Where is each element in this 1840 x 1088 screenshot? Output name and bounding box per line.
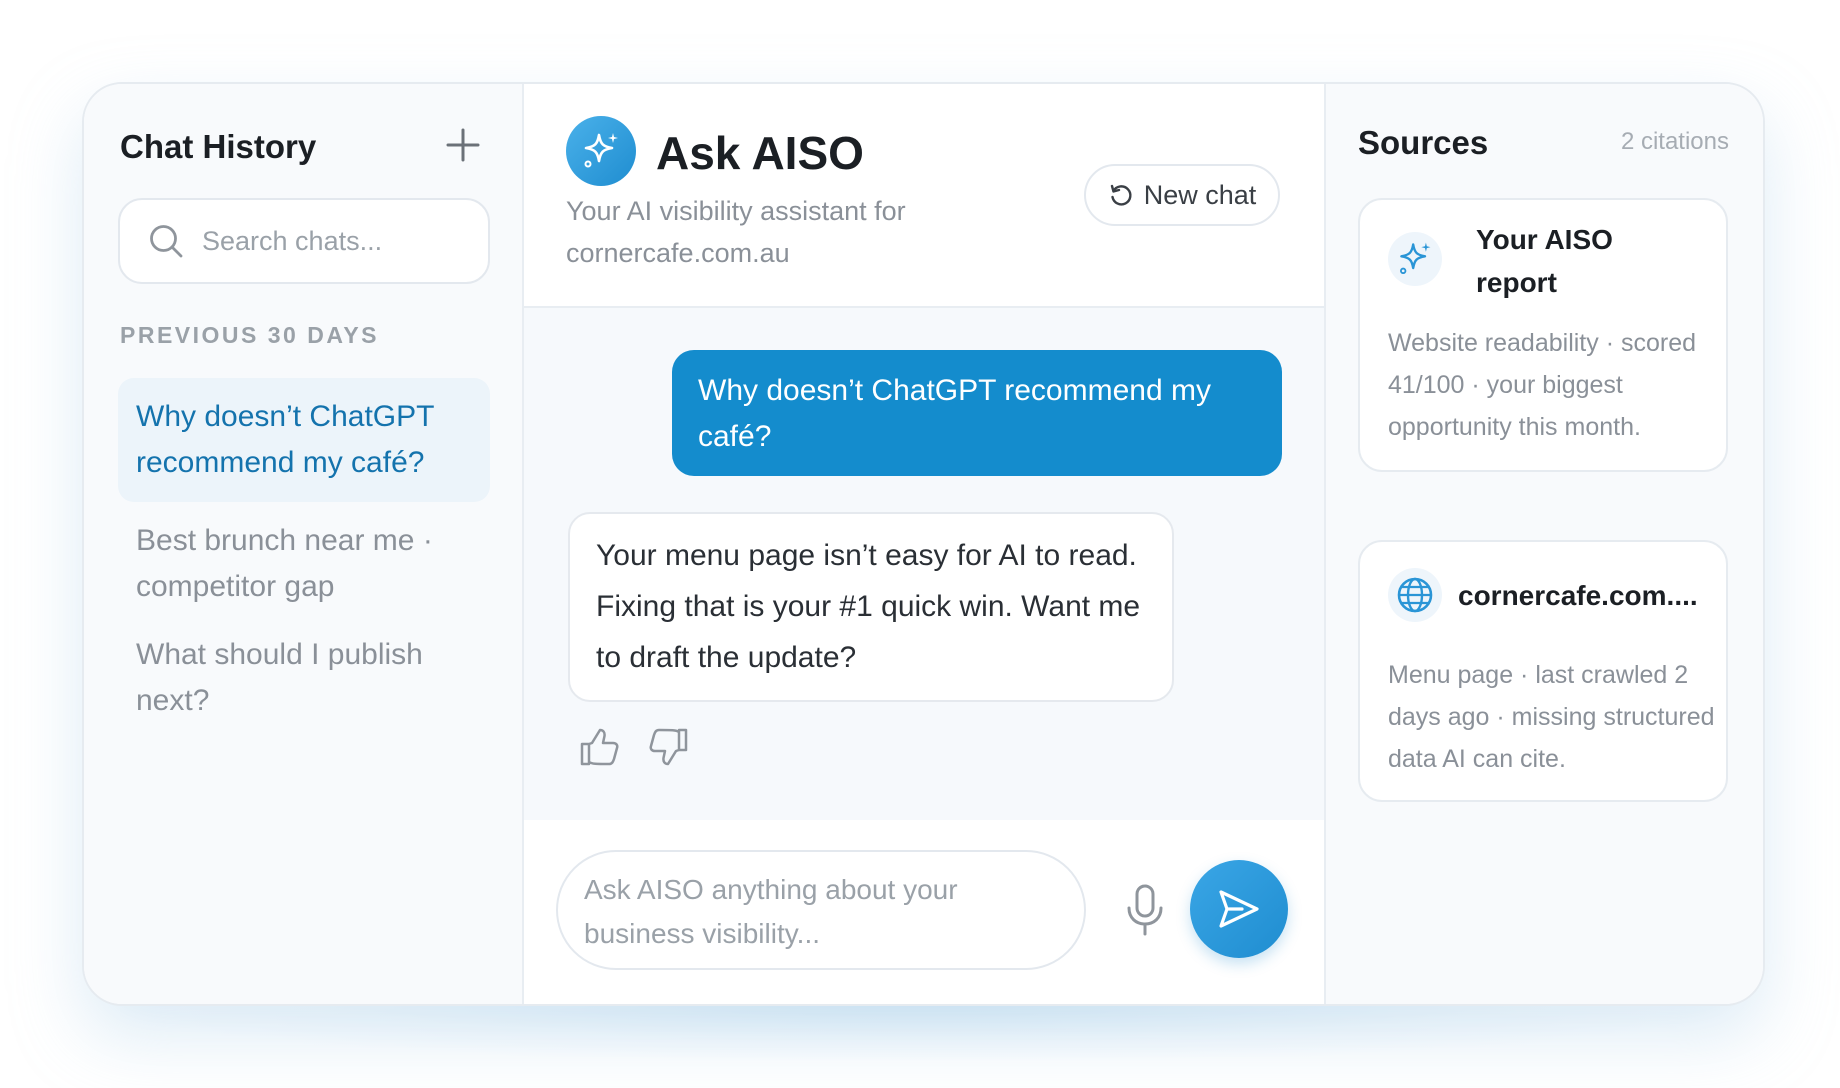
new-chat-label: New chat <box>1143 179 1257 210</box>
composer-bar <box>524 820 1324 1004</box>
new-chat-button[interactable]: New chat <box>1084 164 1280 226</box>
send-icon <box>1219 890 1259 928</box>
message-composer <box>556 850 1086 970</box>
message-list: Why doesn’t ChatGPT recommend my café? Y… <box>524 308 1324 820</box>
globe-icon <box>1397 577 1433 613</box>
source-card-website[interactable]: cornercafe.com.... Menu page · last craw… <box>1358 540 1728 802</box>
assistant-logo <box>566 116 636 186</box>
history-item-active[interactable]: Why doesn’t ChatGPT recommend my café? <box>118 378 490 502</box>
thumbs-up-icon <box>580 728 619 766</box>
source-card-report[interactable]: Your AISO report Website readability · s… <box>1358 198 1728 472</box>
message-input[interactable] <box>584 868 1058 956</box>
history-item[interactable]: What should I publish next? <box>118 616 490 740</box>
sparkle-icon <box>1400 242 1431 274</box>
thumbs-down-button[interactable] <box>648 726 690 768</box>
source-card-title: Your AISO report <box>1476 224 1613 298</box>
sidebar-title: Chat History <box>120 128 317 165</box>
microphone-icon <box>1127 884 1163 936</box>
assistant-message: Your menu page isn’t easy for AI to read… <box>568 512 1174 702</box>
history-item[interactable]: Best brunch near me · competitor gap <box>118 502 490 626</box>
thumbs-down-icon <box>649 728 688 766</box>
search-box <box>118 198 490 284</box>
new-conversation-button[interactable] <box>440 122 486 168</box>
sources-panel: Sources 2 citations Your AISO report Web… <box>1326 84 1763 1004</box>
refresh-icon <box>1110 184 1132 206</box>
chat-panel: Ask AISO Your AI visibility assistant fo… <box>524 84 1326 1004</box>
send-button[interactable] <box>1190 860 1288 958</box>
card-icon <box>1388 568 1442 622</box>
chat-history-sidebar: Chat History PREVIOUS 30 DAYS Why doesn’… <box>84 84 524 1004</box>
user-message: Why doesn’t ChatGPT recommend my café? <box>672 350 1282 476</box>
page-title: Ask AISO <box>656 127 864 179</box>
page-subtitle: Your AI visibility assistant for cornerc… <box>566 196 906 268</box>
search-input[interactable] <box>202 225 482 257</box>
source-card-body: Menu page · last crawled 2 days ago · mi… <box>1388 661 1715 773</box>
card-icon <box>1388 232 1442 286</box>
sources-title: Sources <box>1358 124 1489 161</box>
voice-input-button[interactable] <box>1120 882 1170 938</box>
app-window: Chat History PREVIOUS 30 DAYS Why doesn’… <box>82 82 1765 1006</box>
chat-header: Ask AISO Your AI visibility assistant fo… <box>524 84 1324 308</box>
source-card-title: cornercafe.com.... <box>1458 580 1698 611</box>
source-card-body: Website readability · scored 41/100 · yo… <box>1388 329 1697 441</box>
history-section-label: PREVIOUS 30 DAYS <box>120 322 380 348</box>
message-feedback <box>578 726 690 768</box>
search-icon <box>150 225 183 258</box>
sparkle-icon <box>584 133 618 168</box>
thumbs-up-button[interactable] <box>578 726 620 768</box>
plus-icon <box>446 128 480 162</box>
citations-count: 2 citations <box>1620 128 1729 155</box>
